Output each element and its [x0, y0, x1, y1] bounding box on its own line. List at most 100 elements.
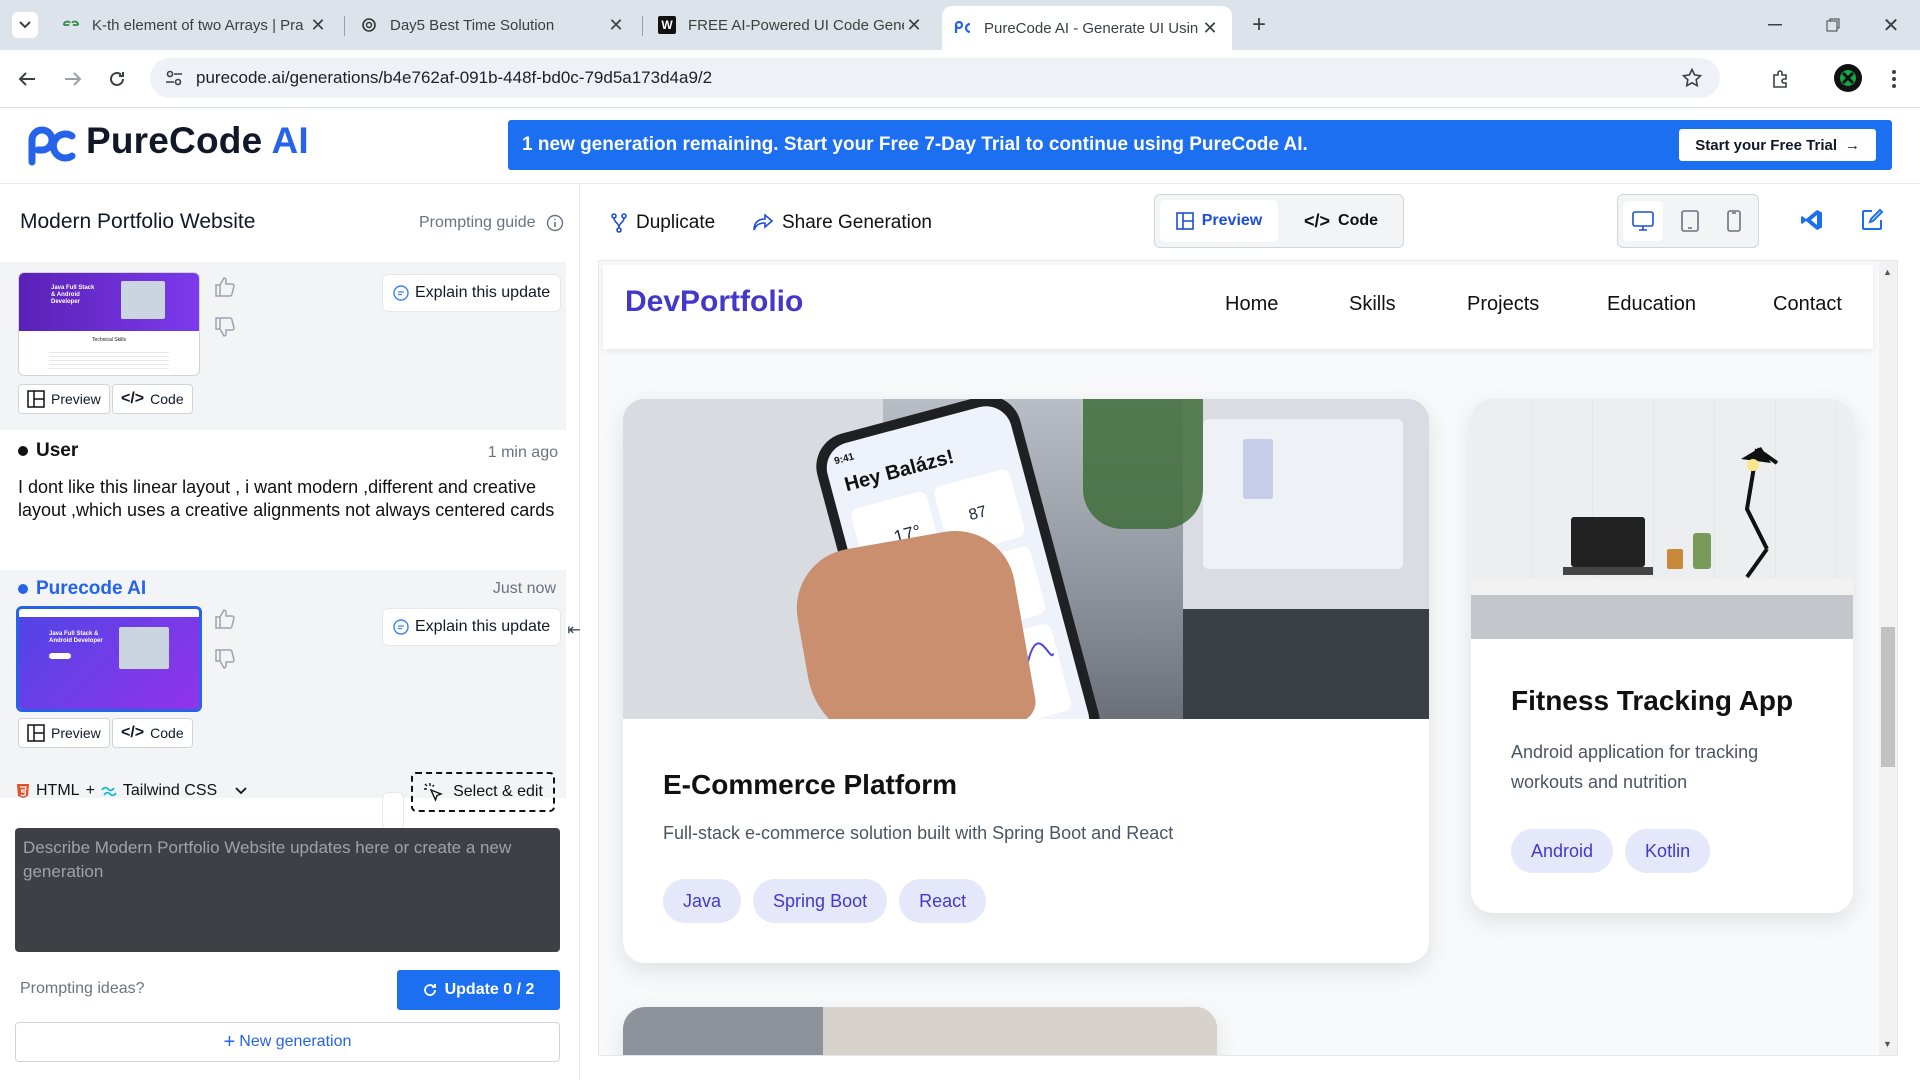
nav-education[interactable]: Education [1607, 293, 1696, 316]
thumbs-up-icon[interactable] [214, 608, 236, 630]
nav-contact[interactable]: Contact [1773, 293, 1842, 316]
url-field[interactable]: purecode.ai/generations/b4e762af-091b-44… [150, 58, 1720, 98]
new-generation-button[interactable]: + New generation [15, 1022, 560, 1062]
preview-button[interactable]: Preview [18, 384, 110, 414]
url-text: purecode.ai/generations/b4e762af-091b-44… [196, 68, 713, 87]
explain-update-button[interactable] [382, 792, 404, 830]
scrollbar-thumb[interactable] [1881, 627, 1895, 767]
close-icon[interactable]: ✕ [606, 15, 626, 36]
tag-java[interactable]: Java [663, 879, 742, 923]
project-description: Full-stack e-commerce solution built wit… [663, 823, 1174, 843]
window-close-icon[interactable]: ✕ [1878, 12, 1904, 38]
site-info-icon[interactable] [164, 69, 184, 87]
nav-home[interactable]: Home [1225, 293, 1278, 316]
tab-day5[interactable]: Day5 Best Time Solution ✕ [348, 6, 638, 44]
bookmark-star-icon[interactable] [1682, 68, 1702, 88]
arrow-right-icon: → [1845, 136, 1860, 154]
code-button[interactable]: </> Code [112, 384, 193, 414]
close-icon[interactable]: ✕ [904, 15, 924, 36]
nav-skills[interactable]: Skills [1349, 293, 1396, 316]
purecode-icon [954, 19, 972, 37]
tag-kotlin[interactable]: Kotlin [1625, 829, 1711, 873]
thumbs-up-icon[interactable] [214, 276, 236, 298]
select-edit-button[interactable]: Select & edit [411, 772, 555, 812]
openai-icon [360, 16, 378, 34]
profile-avatar[interactable] [1834, 64, 1862, 92]
ai-name: Purecode AI [36, 578, 147, 599]
start-trial-button[interactable]: Start your Free Trial → [1679, 129, 1876, 161]
project-card-third[interactable] [623, 1007, 1217, 1055]
thumbs-down-icon[interactable] [214, 648, 236, 670]
explain-update-button[interactable]: Explain this update [382, 274, 562, 312]
desktop-icon[interactable] [1623, 201, 1663, 241]
stack-selector[interactable]: HTML + Tailwind CSS [16, 782, 247, 800]
share-arrow-icon [752, 214, 774, 232]
w-icon: W [658, 16, 676, 34]
tab-gfg[interactable]: K-th element of two Arrays | Pra ✕ [50, 6, 340, 44]
device-toggle [1617, 194, 1759, 248]
project-tags: Java Spring Boot React [663, 879, 998, 923]
project-image [1471, 399, 1853, 639]
plus-icon: + [223, 1030, 236, 1053]
purecode-logo-icon[interactable] [26, 126, 76, 166]
ai-timestamp: Just now [492, 580, 556, 597]
generation-thumbnail-selected[interactable]: Java Full Stack & Android Developer [16, 606, 202, 712]
forward-icon[interactable] [60, 66, 86, 92]
scroll-down-icon[interactable]: ▼ [1883, 1039, 1892, 1049]
prompting-ideas-link[interactable]: Prompting ideas? [20, 980, 145, 998]
tab-code[interactable]: </> Code [1285, 200, 1397, 242]
back-icon[interactable] [14, 66, 40, 92]
close-icon[interactable]: ✕ [1200, 18, 1220, 39]
share-generation-button[interactable]: Share Generation [752, 212, 932, 234]
explain-update-button-2[interactable]: Explain this update [382, 608, 562, 646]
scroll-up-icon[interactable]: ▲ [1883, 267, 1892, 277]
tab-list-icon[interactable] [12, 12, 38, 38]
mobile-icon[interactable] [1714, 201, 1754, 241]
update-button[interactable]: Update 0 / 2 [397, 970, 560, 1010]
prompting-guide-link[interactable]: Prompting guide [419, 214, 564, 232]
tab-purecode[interactable]: PureCode AI - Generate UI Usin ✕ [942, 6, 1232, 50]
generation-card-1: Java Full Stack & Android Developer Tech… [0, 262, 566, 430]
cursor-select-icon [423, 782, 444, 802]
site-brand[interactable]: DevPortfolio [625, 285, 803, 319]
chat-panel: Modern Portfolio Website Prompting guide… [0, 184, 580, 1080]
fork-icon [610, 213, 628, 233]
tablet-icon[interactable] [1670, 201, 1710, 241]
open-external-icon[interactable] [1860, 208, 1884, 232]
tag-android[interactable]: Android [1511, 829, 1614, 873]
browser-menu-icon[interactable] [1884, 64, 1904, 94]
app-logo-text[interactable]: PureCode AI [86, 120, 309, 162]
project-card-ecommerce[interactable]: 9:41 Hey Balázs! 17° 87 Traffic E-Commer… [623, 399, 1429, 963]
new-tab-icon[interactable]: + [1246, 11, 1272, 38]
user-message-text: I dont like this linear layout , i want … [18, 477, 555, 520]
vscode-icon[interactable] [1800, 208, 1824, 232]
duplicate-button[interactable]: Duplicate [610, 212, 715, 234]
prompt-textarea[interactable]: Describe Modern Portfolio Website update… [15, 828, 560, 952]
scrollbar[interactable]: ▲ ▼ [1879, 261, 1897, 1055]
tab-title: PureCode AI - Generate UI Usin [984, 19, 1199, 37]
tag-spring-boot[interactable]: Spring Boot [753, 879, 888, 923]
minimize-icon[interactable] [1762, 12, 1788, 38]
nav-projects[interactable]: Projects [1467, 293, 1539, 316]
restore-icon[interactable] [1820, 12, 1846, 38]
info-icon [546, 214, 564, 232]
preview-button[interactable]: Preview [18, 718, 110, 748]
project-title: Fitness Tracking App [1511, 685, 1794, 716]
code-button[interactable]: </> Code [112, 718, 193, 748]
collapse-panel-icon[interactable]: ⇤ [566, 616, 582, 644]
reload-icon[interactable] [104, 66, 130, 92]
user-dot-icon [18, 446, 28, 456]
close-icon[interactable]: ✕ [308, 15, 328, 36]
tab-preview[interactable]: Preview [1160, 200, 1278, 242]
user-name: User [36, 440, 79, 461]
tailwind-icon [101, 786, 117, 796]
trial-banner: 1 new generation remaining. Start your F… [508, 120, 1892, 170]
generation-thumbnail[interactable]: Java Full Stack & Android Developer Tech… [18, 272, 200, 376]
tag-react[interactable]: React [899, 879, 987, 923]
thumbs-down-icon[interactable] [214, 316, 236, 338]
extensions-icon[interactable] [1766, 64, 1796, 94]
tab-title: K-th element of two Arrays | Pra [92, 16, 304, 34]
tab-free-ai[interactable]: W FREE AI-Powered UI Code Gene ✕ [646, 6, 936, 44]
project-card-fitness[interactable]: Fitness Tracking App Android application… [1471, 399, 1853, 913]
layout-icon [27, 724, 45, 742]
